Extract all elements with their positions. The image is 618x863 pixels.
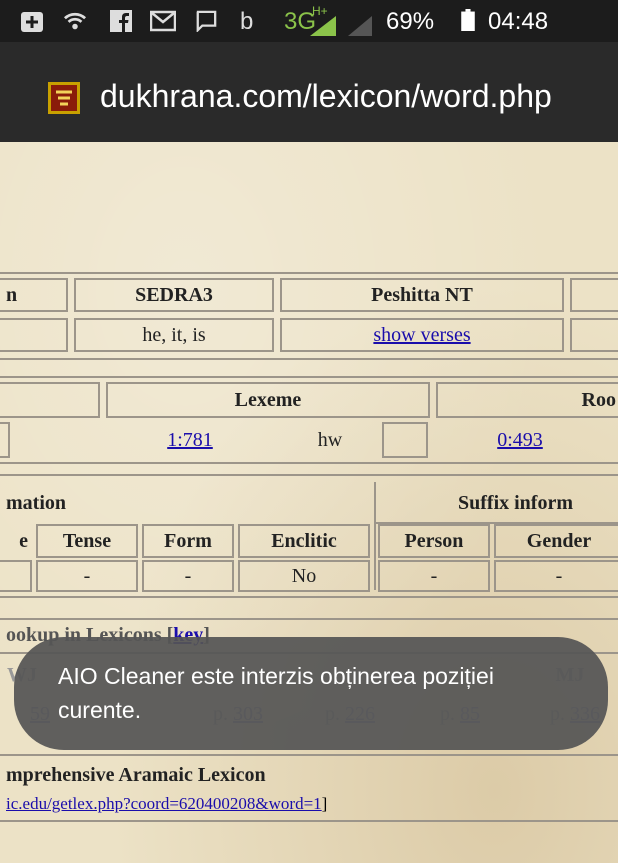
root-link[interactable]: 0:493	[497, 429, 543, 452]
signal-icon	[310, 16, 336, 36]
cal-title: mprehensive Aramaic Lexicon	[6, 764, 266, 786]
t1-row-cell	[0, 318, 68, 352]
divider	[0, 596, 618, 598]
t2-cell	[0, 422, 10, 458]
t1-header-cell: n	[0, 278, 68, 312]
battery-level: 69%	[386, 8, 435, 35]
divider	[0, 754, 618, 756]
toast-notification: AIO Cleaner este interzis obținerea pozi…	[14, 637, 608, 750]
divider	[0, 358, 618, 360]
t1-row-cell	[570, 318, 618, 352]
t1-header-cell	[570, 278, 618, 312]
lexeme-link-cell: 1:781	[140, 422, 240, 458]
battery-icon	[461, 9, 475, 31]
enclitic-value: No	[238, 560, 370, 592]
lexeme-value: hw	[317, 428, 343, 451]
cal-link-row: ic.edu/getlex.php?coord=620400208&word=1…	[6, 794, 328, 813]
t1-header-sedra: SEDRA3	[74, 278, 274, 312]
status-bar: b 3G H+ 69% 04:48	[0, 0, 618, 42]
divider	[0, 272, 618, 274]
signal-icon	[348, 16, 372, 36]
tense-value: -	[36, 560, 138, 592]
t2-cell	[0, 382, 100, 418]
lexeme-link[interactable]: 1:781	[167, 429, 213, 452]
show-verses-link[interactable]: show verses	[373, 324, 470, 347]
t2-cell	[382, 422, 428, 458]
site-favicon-icon	[48, 82, 80, 114]
toast-message: AIO Cleaner este interzis obținerea pozi…	[58, 663, 494, 723]
b-icon: b	[240, 8, 254, 35]
cal-link[interactable]: ic.edu/getlex.php?coord=620400208&word=1	[6, 794, 322, 813]
facebook-icon	[110, 10, 132, 32]
divider	[374, 482, 376, 590]
chat-icon	[196, 10, 217, 32]
person-value: -	[378, 560, 490, 592]
tense-header: Tense	[36, 524, 138, 558]
t1-sedra-value: he, it, is	[74, 318, 274, 352]
suffix-group-title: Suffix inform	[458, 492, 573, 514]
page-content: n SEDRA3 Peshitta NT he, it, is show ver…	[0, 142, 618, 863]
wifi-icon	[63, 12, 87, 30]
clock: 04:48	[488, 8, 549, 35]
t3-cell	[0, 560, 32, 592]
t3-header: e	[19, 529, 28, 552]
lexeme-header: Lexeme	[106, 382, 430, 418]
add-icon	[21, 12, 43, 32]
url-text[interactable]: dukhrana.com/lexicon/word.php	[100, 78, 552, 115]
enclitic-header: Enclitic	[238, 524, 370, 558]
gender-value: -	[494, 560, 618, 592]
browser-url-bar[interactable]: dukhrana.com/lexicon/word.php	[0, 42, 618, 142]
root-header: Roo	[436, 382, 618, 418]
form-header: Form	[142, 524, 234, 558]
gender-header: Gender	[494, 524, 618, 558]
divider	[0, 474, 618, 476]
divider	[0, 820, 618, 822]
divider	[0, 618, 618, 620]
person-header: Person	[378, 524, 490, 558]
form-value: -	[142, 560, 234, 592]
divider	[0, 376, 618, 378]
divider	[0, 462, 618, 464]
info-group-title: mation	[6, 492, 66, 514]
mail-icon	[150, 10, 176, 32]
t1-header-peshitta: Peshitta NT	[280, 278, 564, 312]
t1-peshitta-cell: show verses	[280, 318, 564, 352]
root-link-cell: 0:493	[470, 422, 570, 458]
